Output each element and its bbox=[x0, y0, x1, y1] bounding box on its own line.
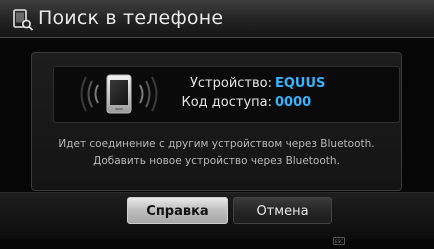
phone-search-icon bbox=[13, 9, 34, 31]
device-name-value: EQUUS bbox=[275, 76, 326, 91]
page-title: Поиск в телефоне bbox=[38, 7, 224, 29]
code-value-row: 0000 bbox=[275, 95, 375, 113]
bluetooth-search-screen: Поиск в телефоне Устройство: EQUUS Код д… bbox=[0, 0, 434, 249]
add-device-message: Добавить новое устройство через Bluetoot… bbox=[93, 155, 340, 167]
cancel-button[interactable]: Отмена bbox=[233, 197, 332, 224]
title-bar: Поиск в телефоне bbox=[0, 0, 434, 38]
device-value-row: EQUUS bbox=[275, 76, 375, 94]
device-label-row: Устройство: bbox=[140, 76, 272, 94]
access-code-label: Код доступа: bbox=[181, 95, 272, 110]
device-label: Устройство: bbox=[189, 76, 272, 91]
status-message: Идет соединение с другим устройством чер… bbox=[58, 138, 375, 150]
access-code-value: 0000 bbox=[275, 95, 312, 110]
code-label-row: Код доступа: bbox=[140, 95, 272, 113]
help-button[interactable]: Справка bbox=[127, 197, 228, 224]
esc-badge: ESC bbox=[333, 237, 345, 245]
